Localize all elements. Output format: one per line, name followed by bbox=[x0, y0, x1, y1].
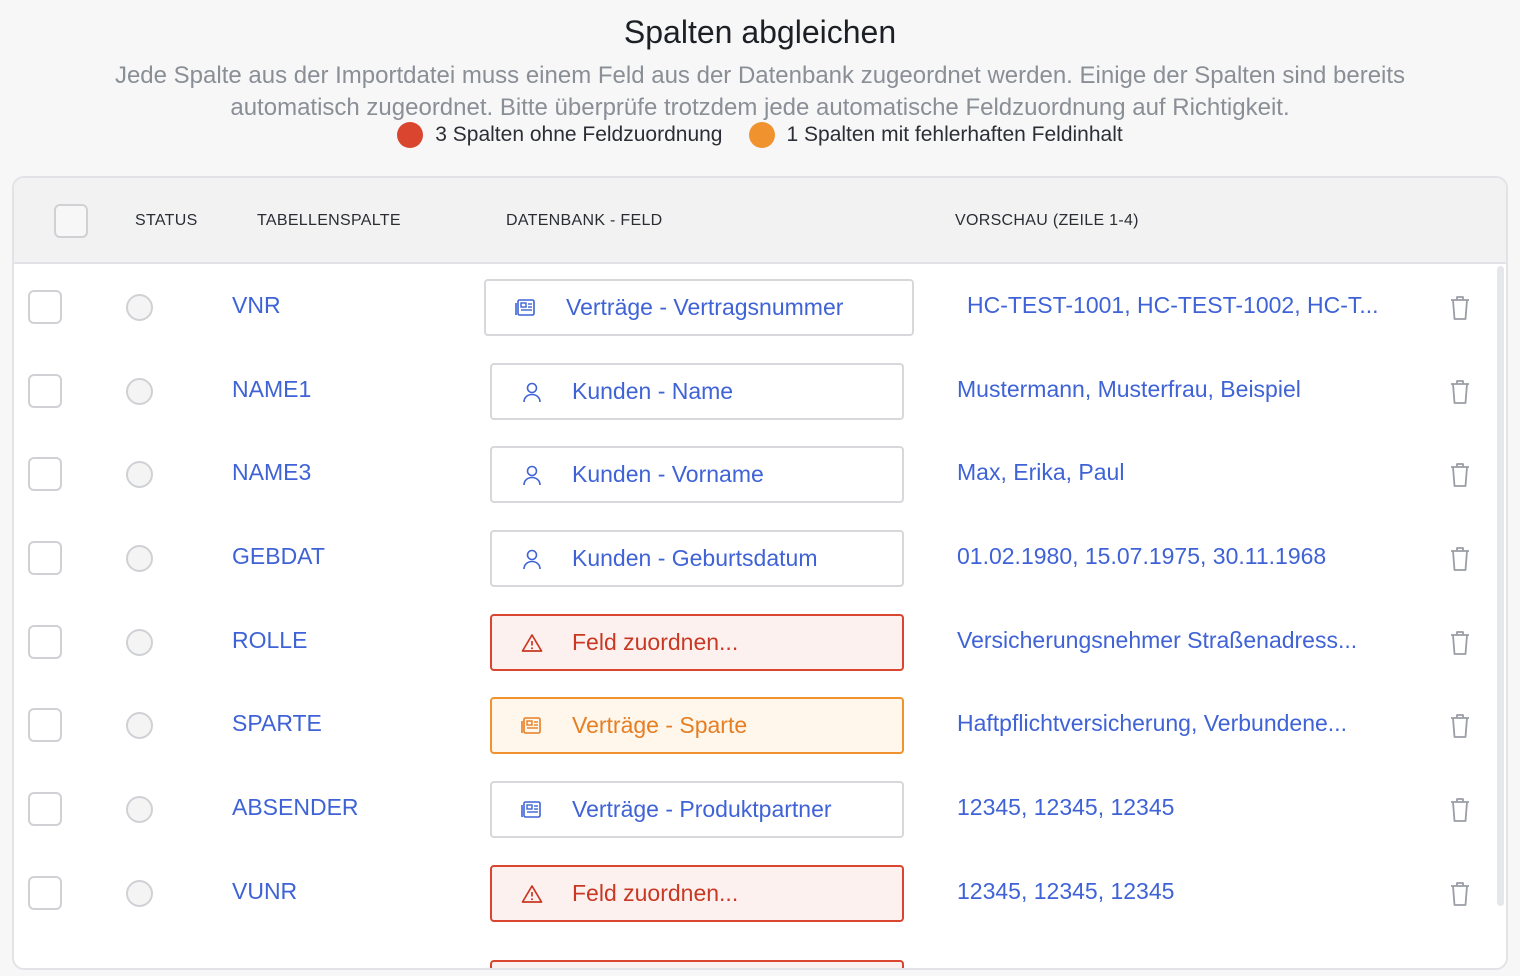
field-label: Kunden - Vorname bbox=[572, 461, 764, 487]
document-icon bbox=[492, 716, 572, 736]
subtitle-line-1: Jede Spalte aus der Importdatei muss ein… bbox=[114, 62, 1406, 89]
row-checkbox[interactable] bbox=[28, 374, 62, 408]
field-label: Verträge - Produktpartner bbox=[572, 796, 832, 822]
field-label: Verträge - Sparte bbox=[572, 712, 748, 738]
table-row: SPARTE Verträge - Sparte Haftpflichtvers… bbox=[14, 684, 1506, 767]
column-name: ABSENDER bbox=[232, 794, 359, 820]
status-indicator bbox=[126, 294, 153, 321]
legend-warning-text: 1 Spalten mit fehlerhaften Feldinhalt bbox=[786, 123, 1123, 146]
table-header: STATUS TABELLENSPALTE DATENBANK - FELD V… bbox=[14, 178, 1506, 264]
error-dot-icon bbox=[397, 122, 424, 148]
header-status[interactable]: STATUS bbox=[135, 212, 198, 230]
field-label: Feld zuordnen... bbox=[572, 880, 739, 906]
field-select[interactable]: Feld zuordnen... bbox=[490, 865, 904, 922]
warning-icon bbox=[492, 884, 572, 904]
column-name: NAME1 bbox=[232, 376, 312, 402]
trash-icon[interactable] bbox=[1448, 796, 1472, 824]
row-checkbox[interactable] bbox=[28, 541, 62, 575]
header-datenbank-feld[interactable]: DATENBANK - FELD bbox=[506, 212, 663, 230]
trash-icon[interactable] bbox=[1448, 294, 1472, 322]
user-icon bbox=[492, 548, 572, 570]
trash-icon[interactable] bbox=[1448, 545, 1472, 573]
row-checkbox[interactable] bbox=[28, 290, 62, 324]
user-icon bbox=[492, 464, 572, 486]
trash-icon[interactable] bbox=[1448, 880, 1472, 908]
preview-values: HC-TEST-1001, HC-TEST-1002, HC-T... bbox=[967, 292, 1379, 318]
page-title: Spalten abgleichen bbox=[623, 14, 897, 50]
status-indicator bbox=[126, 796, 153, 823]
column-name: ROLLE bbox=[232, 627, 308, 653]
status-indicator bbox=[126, 545, 153, 572]
status-indicator bbox=[126, 629, 153, 656]
preview-values: Max, Erika, Paul bbox=[957, 459, 1125, 485]
trash-icon[interactable] bbox=[1448, 712, 1472, 740]
field-select[interactable]: Kunden - Vorname bbox=[490, 446, 904, 503]
table-row: ABSENDER Verträge - Produktpartner 12345… bbox=[14, 768, 1506, 851]
preview-values: 12345, 12345, 12345 bbox=[957, 878, 1175, 904]
trash-icon[interactable] bbox=[1448, 461, 1472, 489]
field-label: Kunden - Geburtsdatum bbox=[572, 545, 818, 571]
table-row: GEBDAT Kunden - Geburtsdatum 01.02.1980,… bbox=[14, 517, 1506, 600]
field-select[interactable]: Verträge - Sparte bbox=[490, 697, 904, 754]
warning-dot-icon bbox=[748, 122, 775, 148]
table-row: VNR Verträge - Vertragsnummer HC-TEST-10… bbox=[14, 266, 1506, 349]
column-name: VNR bbox=[232, 292, 281, 318]
field-select[interactable]: Kunden - Geburtsdatum bbox=[490, 530, 904, 587]
subtitle-line-2: automatisch zugeordnet. Bitte überprüfe … bbox=[230, 94, 1290, 121]
scrollbar[interactable] bbox=[1497, 266, 1504, 906]
row-checkbox[interactable] bbox=[28, 708, 62, 742]
field-label: Feld zuordnen... bbox=[572, 629, 739, 655]
select-all-checkbox[interactable] bbox=[54, 204, 88, 238]
field-select-partial[interactable] bbox=[490, 960, 904, 968]
page-subtitle: Jede Spalte aus der Importdatei muss ein… bbox=[30, 60, 1490, 124]
legend-error-text: 3 Spalten ohne Feldzuordnung bbox=[435, 123, 723, 146]
status-indicator bbox=[126, 880, 153, 907]
preview-values: Versicherungsnehmer Straßenadress... bbox=[957, 627, 1358, 653]
preview-values: Haftpflichtversicherung, Verbundene... bbox=[957, 710, 1347, 736]
header-tabellenspalte[interactable]: TABELLENSPALTE bbox=[257, 212, 401, 230]
legend: 3 Spalten ohne Feldzuordnung 1 Spalten m… bbox=[0, 122, 1520, 148]
status-indicator bbox=[126, 378, 153, 405]
header-vorschau[interactable]: VORSCHAU (ZEILE 1-4) bbox=[955, 212, 1139, 230]
column-name: VUNR bbox=[232, 878, 298, 904]
warning-icon bbox=[492, 633, 572, 653]
table-row: ROLLE Feld zuordnen... Versicherungsnehm… bbox=[14, 601, 1506, 684]
document-icon bbox=[492, 800, 572, 820]
trash-icon[interactable] bbox=[1448, 378, 1472, 406]
table-row: VUNR Feld zuordnen... 12345, 12345, 1234… bbox=[14, 852, 1506, 935]
legend-warning: 1 Spalten mit fehlerhaften Feldinhalt bbox=[748, 122, 1123, 148]
row-checkbox[interactable] bbox=[28, 792, 62, 826]
field-label: Kunden - Name bbox=[572, 378, 734, 404]
field-select[interactable]: Feld zuordnen... bbox=[490, 614, 904, 671]
status-indicator bbox=[126, 461, 153, 488]
trash-icon[interactable] bbox=[1448, 629, 1472, 657]
legend-error: 3 Spalten ohne Feldzuordnung bbox=[397, 122, 723, 148]
table-row: NAME3 Kunden - Vorname Max, Erika, Paul bbox=[14, 433, 1506, 516]
column-name: NAME3 bbox=[232, 459, 312, 485]
document-icon bbox=[486, 298, 566, 318]
field-select[interactable]: Kunden - Name bbox=[490, 363, 904, 420]
mapping-table: STATUS TABELLENSPALTE DATENBANK - FELD V… bbox=[12, 176, 1508, 970]
row-checkbox[interactable] bbox=[28, 457, 62, 491]
field-select[interactable]: Verträge - Produktpartner bbox=[490, 781, 904, 838]
preview-values: 12345, 12345, 12345 bbox=[957, 794, 1175, 820]
user-icon bbox=[492, 381, 572, 403]
field-select[interactable]: Verträge - Vertragsnummer bbox=[484, 279, 914, 336]
column-name: SPARTE bbox=[232, 710, 322, 736]
column-name: GEBDAT bbox=[232, 543, 325, 569]
preview-values: Mustermann, Musterfrau, Beispiel bbox=[957, 376, 1301, 402]
row-checkbox[interactable] bbox=[28, 876, 62, 910]
table-row: NAME1 Kunden - Name Mustermann, Musterfr… bbox=[14, 350, 1506, 433]
row-checkbox[interactable] bbox=[28, 625, 62, 659]
field-label: Verträge - Vertragsnummer bbox=[566, 294, 844, 320]
preview-values: 01.02.1980, 15.07.1975, 30.11.1968 bbox=[957, 543, 1327, 569]
status-indicator bbox=[126, 712, 153, 739]
